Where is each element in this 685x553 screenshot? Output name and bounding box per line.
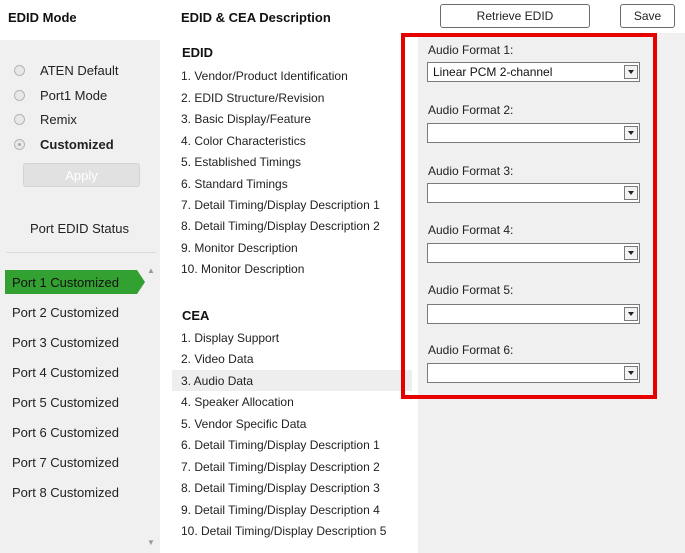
edid-item-2[interactable]: 2. EDID Structure/Revision [181, 91, 324, 105]
mode-option-label: Customized [40, 137, 114, 152]
port-item-8[interactable]: Port 8 Customized [12, 485, 119, 500]
scroll-up-arrow-icon[interactable]: ▲ [147, 266, 155, 275]
port-item-5[interactable]: Port 5 Customized [12, 395, 119, 410]
cea-item-1[interactable]: 1. Display Support [181, 331, 279, 345]
cea-item-7[interactable]: 7. Detail Timing/Display Description 2 [181, 460, 380, 474]
mode-option-port1-mode[interactable]: Port1 Mode [14, 88, 107, 103]
port-item-7[interactable]: Port 7 Customized [12, 455, 119, 470]
mode-option-customized[interactable]: Customized [14, 137, 114, 152]
cea-item-3-selected[interactable]: 3. Audio Data [181, 374, 253, 388]
port-item-4[interactable]: Port 4 Customized [12, 365, 119, 380]
port-edid-status-title: Port EDID Status [30, 221, 129, 236]
cea-item-2[interactable]: 2. Video Data [181, 352, 254, 366]
cea-section-title: CEA [182, 308, 210, 323]
edid-item-5[interactable]: 5. Established Timings [181, 155, 301, 169]
annotation-highlight-box [401, 33, 657, 399]
edid-item-7[interactable]: 7. Detail Timing/Display Description 1 [181, 198, 380, 212]
edid-item-9[interactable]: 9. Monitor Description [181, 241, 298, 255]
port-item-1-selected[interactable]: Port 1 Customized [5, 270, 137, 294]
edid-item-1[interactable]: 1. Vendor/Product Identification [181, 69, 348, 83]
cea-item-10[interactable]: 10. Detail Timing/Display Description 5 [181, 524, 386, 538]
cea-item-5[interactable]: 5. Vendor Specific Data [181, 417, 306, 431]
mode-option-remix[interactable]: Remix [14, 112, 77, 127]
edid-item-6[interactable]: 6. Standard Timings [181, 177, 288, 191]
save-button[interactable]: Save [620, 4, 675, 28]
port-item-2[interactable]: Port 2 Customized [12, 305, 119, 320]
mode-option-label: Remix [40, 112, 77, 127]
cea-item-9[interactable]: 9. Detail Timing/Display Description 4 [181, 503, 380, 517]
edid-cea-description-title: EDID & CEA Description [181, 10, 331, 25]
port-list-scrollbar[interactable] [145, 266, 157, 551]
radio-icon[interactable] [14, 114, 25, 125]
radio-icon[interactable] [14, 65, 25, 76]
edid-item-3[interactable]: 3. Basic Display/Feature [181, 112, 311, 126]
cea-item-6[interactable]: 6. Detail Timing/Display Description 1 [181, 438, 380, 452]
description-list-panel [172, 33, 418, 553]
mode-option-aten-default[interactable]: ATEN Default [14, 63, 119, 78]
port-item-3[interactable]: Port 3 Customized [12, 335, 119, 350]
selected-arrow-icon [137, 270, 145, 294]
radio-icon[interactable] [14, 90, 25, 101]
edid-item-8[interactable]: 8. Detail Timing/Display Description 2 [181, 219, 380, 233]
edid-section-title: EDID [182, 45, 214, 60]
mode-option-label: ATEN Default [40, 63, 119, 78]
apply-button[interactable]: Apply [23, 163, 140, 187]
cea-item-4[interactable]: 4. Speaker Allocation [181, 395, 294, 409]
edid-mode-title: EDID Mode [8, 10, 77, 25]
scroll-down-arrow-icon[interactable]: ▼ [147, 538, 155, 547]
radio-checked-icon[interactable] [14, 139, 25, 150]
cea-item-8[interactable]: 8. Detail Timing/Display Description 3 [181, 481, 380, 495]
retrieve-edid-button[interactable]: Retrieve EDID [440, 4, 590, 28]
edid-item-4[interactable]: 4. Color Characteristics [181, 134, 306, 148]
mode-option-label: Port1 Mode [40, 88, 108, 103]
divider [6, 252, 156, 253]
port-item-6[interactable]: Port 6 Customized [12, 425, 119, 440]
edid-item-10[interactable]: 10. Monitor Description [181, 262, 304, 276]
